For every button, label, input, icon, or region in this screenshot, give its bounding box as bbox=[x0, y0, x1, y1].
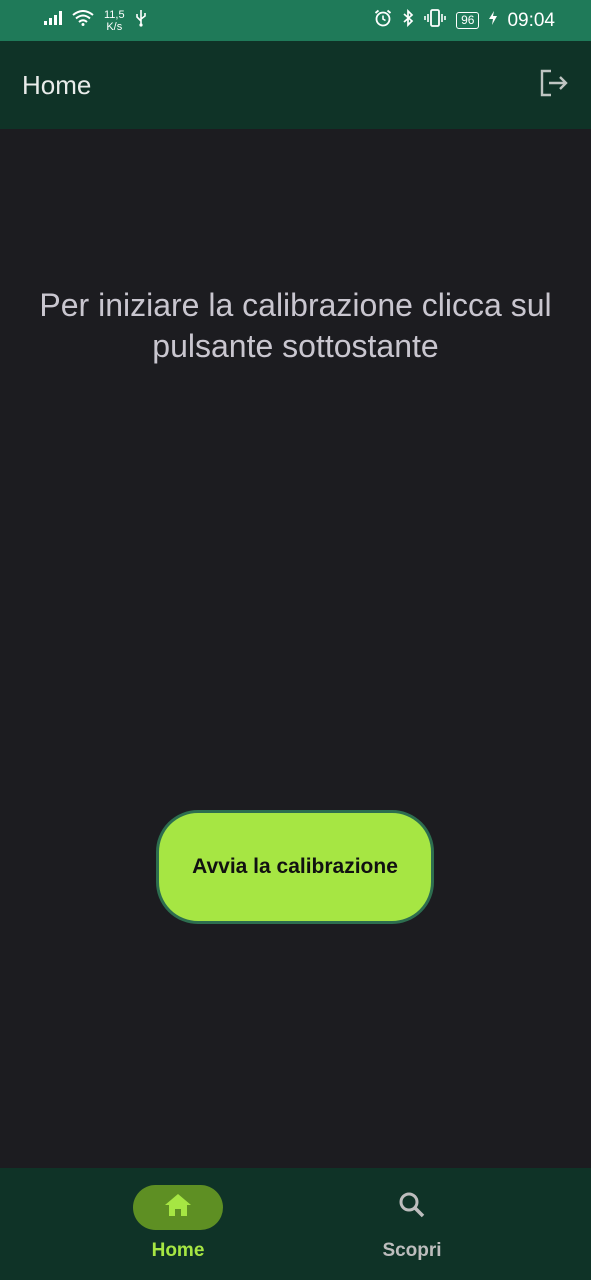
status-right: 96 09:04 bbox=[374, 8, 555, 32]
search-icon bbox=[398, 1191, 426, 1224]
nav-home-label: Home bbox=[151, 1240, 205, 1261]
logout-button[interactable] bbox=[537, 68, 571, 102]
start-calibration-button[interactable]: Avvia la calibrazione bbox=[156, 810, 434, 924]
clock: 09:04 bbox=[507, 9, 555, 31]
calibration-instruction: Per iniziare la calibrazione clicca sul … bbox=[39, 287, 552, 364]
bluetooth-icon bbox=[402, 8, 414, 32]
nav-item-scopri[interactable]: Scopri bbox=[323, 1168, 501, 1280]
alarm-icon bbox=[374, 9, 392, 32]
logout-icon bbox=[539, 69, 569, 102]
app-bar: Home bbox=[0, 41, 591, 129]
usb-icon bbox=[135, 9, 147, 32]
vibrate-icon bbox=[424, 9, 446, 32]
status-bar: 11,5 K/s 96 09:04 bbox=[0, 0, 591, 41]
charging-icon bbox=[489, 11, 498, 30]
status-left: 11,5 K/s bbox=[44, 9, 147, 33]
wifi-icon bbox=[72, 10, 94, 31]
main-content: Per iniziare la calibrazione clicca sul … bbox=[0, 129, 591, 1168]
network-speed-value: 11,5 bbox=[104, 8, 125, 21]
network-speed-unit: K/s bbox=[106, 20, 123, 33]
nav-home-indicator bbox=[133, 1185, 223, 1230]
battery-indicator: 96 bbox=[456, 12, 480, 29]
nav-scopri-label: Scopri bbox=[382, 1240, 442, 1261]
bottom-navigation: Home Scopri bbox=[0, 1168, 591, 1280]
signal-icon bbox=[44, 11, 62, 30]
page-title: Home bbox=[22, 69, 92, 100]
nav-item-home[interactable]: Home bbox=[89, 1168, 267, 1280]
home-icon bbox=[164, 1193, 192, 1222]
nav-scopri-indicator bbox=[367, 1185, 457, 1230]
network-speed: 11,5 K/s bbox=[104, 9, 125, 33]
